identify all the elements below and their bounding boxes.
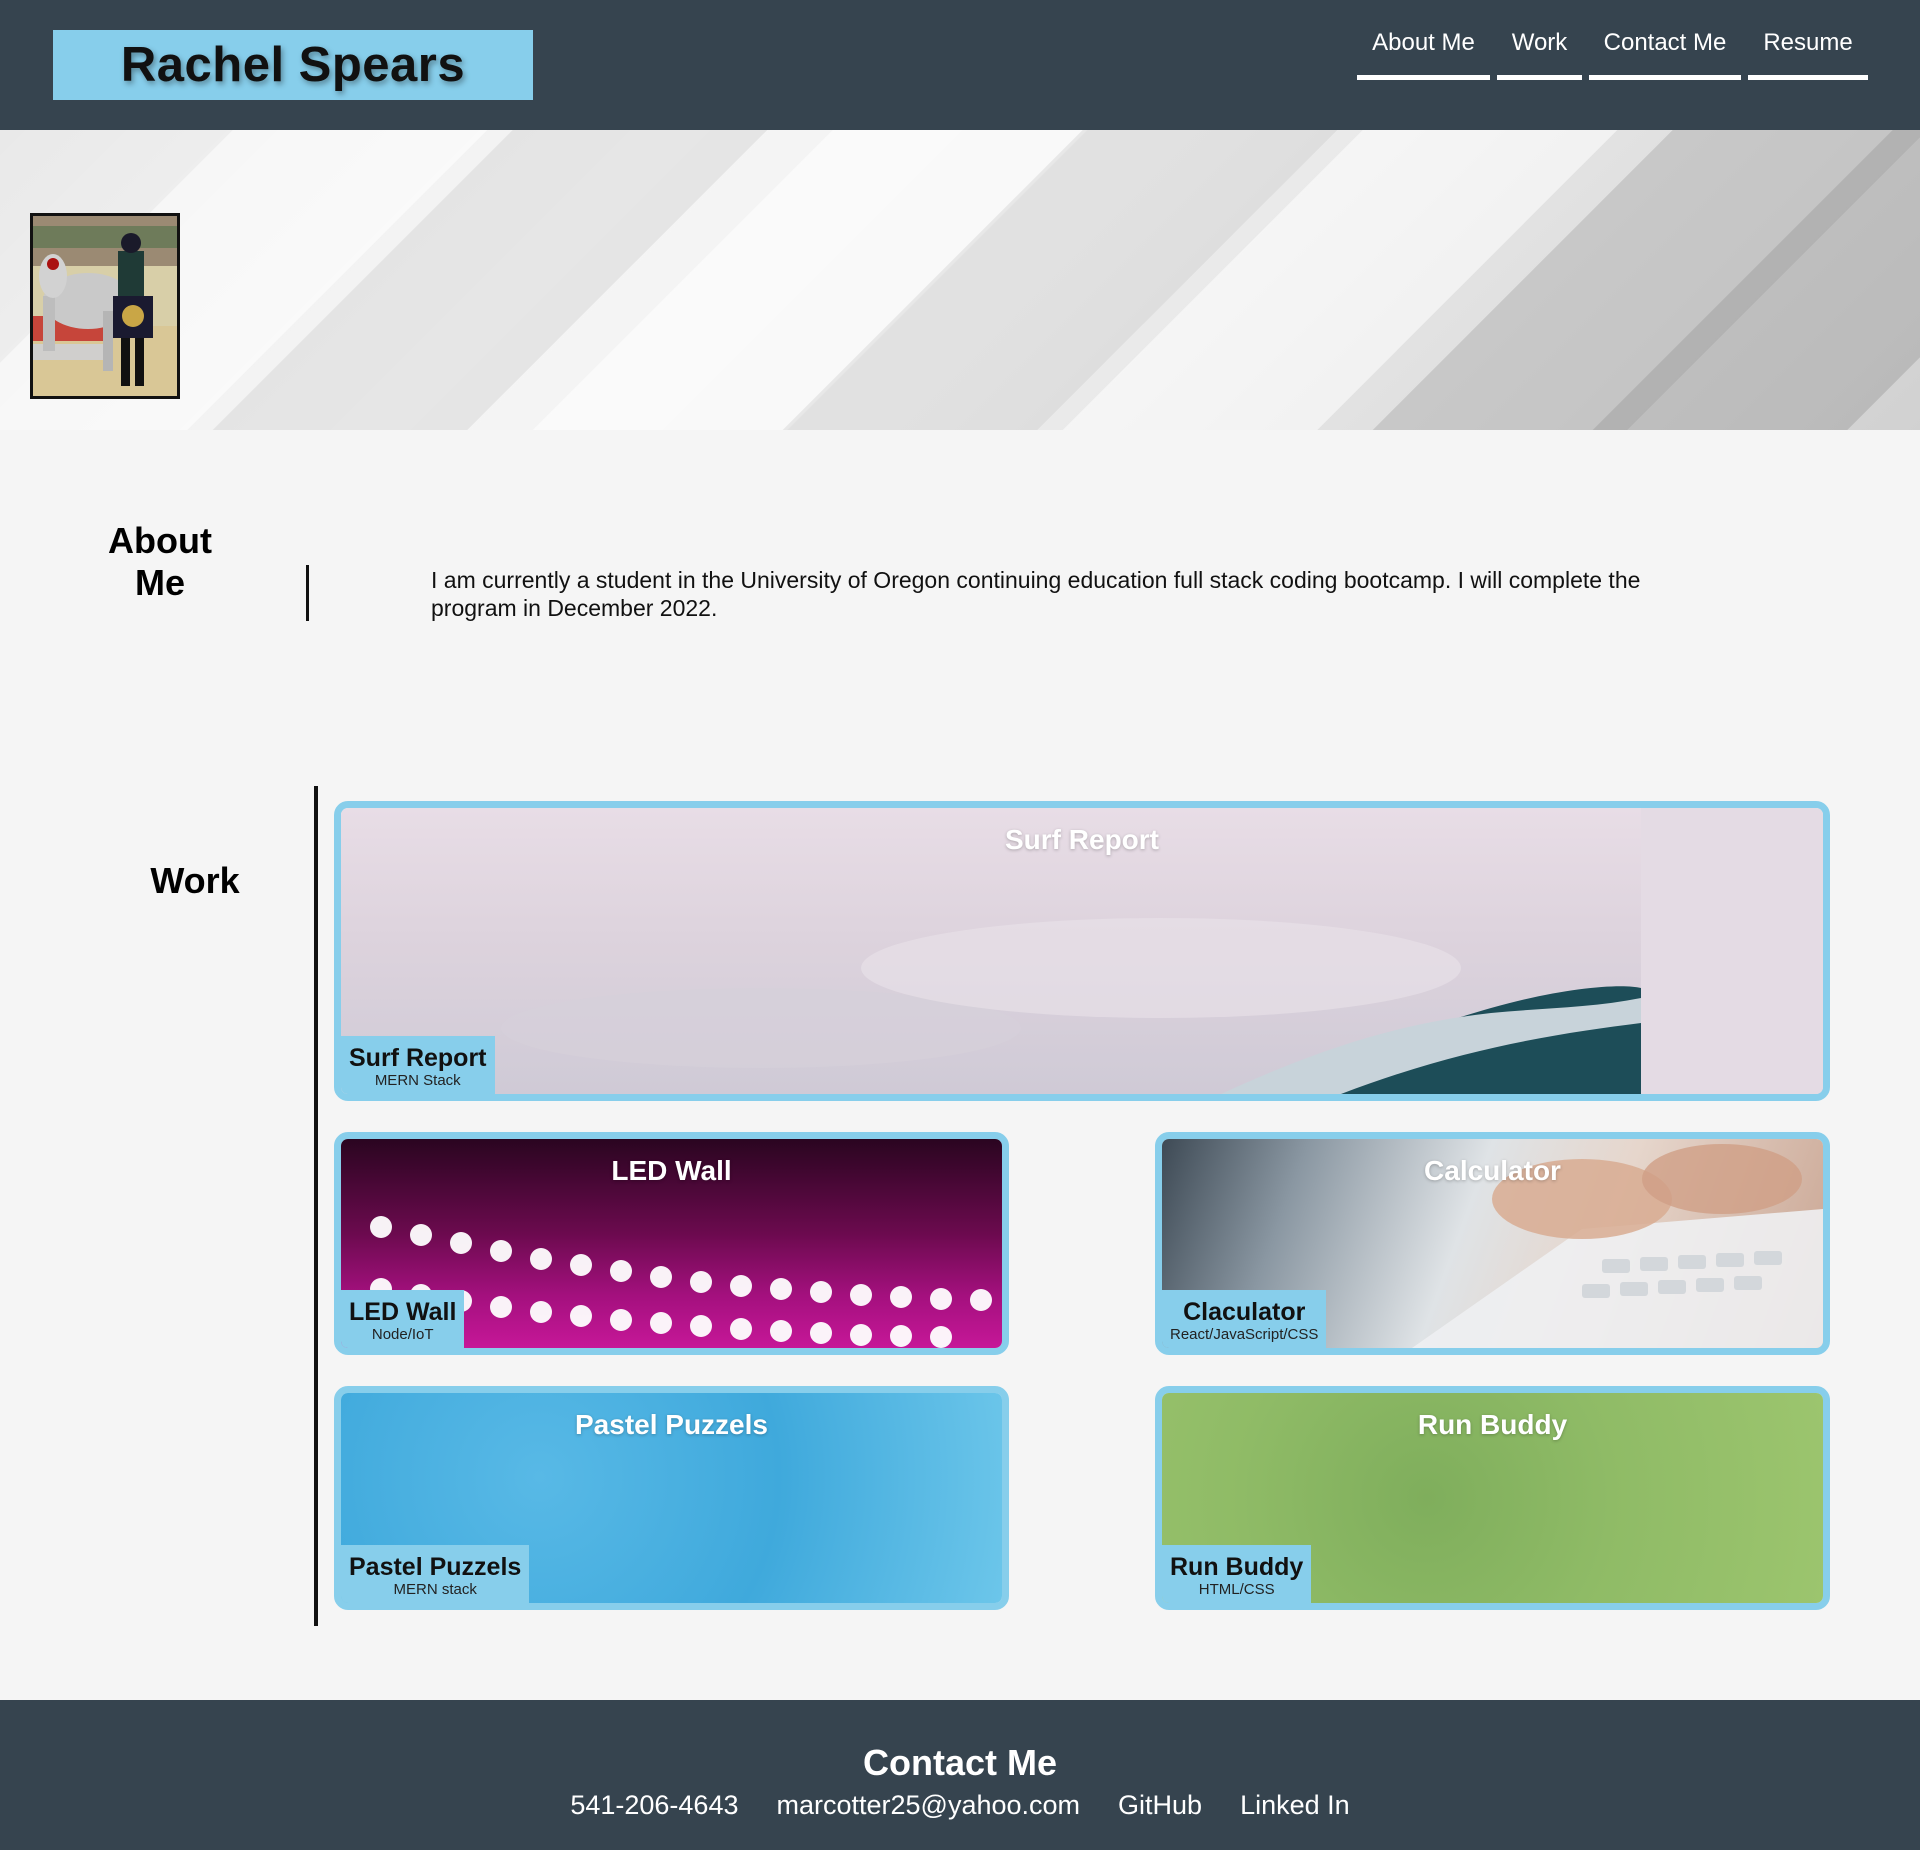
main-nav: About Me Work Contact Me Resume [0,28,1920,88]
site-header: Rachel Spears About Me Work Contact Me R… [0,0,1920,130]
nav-contact-me[interactable]: Contact Me [1589,28,1741,80]
pastel-puzzels-label-name: Pastel Puzzels [349,1553,522,1581]
hero-banner-image [0,130,1920,430]
about-text: I am currently a student in the Universi… [431,567,1641,621]
surf-report-title: Surf Report [1005,824,1159,855]
calculator-title: Calculator [1424,1155,1561,1186]
calculator-label-stack: React/JavaScript/CSS [1170,1326,1319,1343]
pastel-puzzels-title: Pastel Puzzels [575,1409,768,1440]
footer-phone-link[interactable]: 541-206-4643 [570,1790,738,1821]
footer-linkedin-link[interactable]: Linked In [1240,1790,1350,1821]
project-card-calculator[interactable]: Calculator Claculator React/JavaScript/C… [1155,1132,1830,1355]
calculator-label[interactable]: Claculator React/JavaScript/CSS [1162,1290,1327,1348]
footer-github-link[interactable]: GitHub [1118,1790,1202,1821]
run-buddy-title: Run Buddy [1417,1409,1568,1440]
profile-photo-image [30,213,180,399]
led-wall-label-name: LED Wall [349,1298,457,1326]
run-buddy-label-name: Run Buddy [1170,1553,1304,1581]
about-divider [306,565,309,621]
surf-report-label[interactable]: Surf Report MERN Stack [341,1036,495,1094]
footer-title: Contact Me [862,1742,1057,1783]
about-heading: About Me [108,520,212,603]
site-footer: Contact Me 541-206-4643 marcotter25@yaho… [0,1700,1920,1850]
nav-about-me[interactable]: About Me [1357,28,1490,80]
project-card-run-buddy[interactable]: Run Buddy Run Buddy HTML/CSS [1155,1386,1830,1610]
pastel-puzzels-label[interactable]: Pastel Puzzels MERN stack [341,1545,530,1603]
run-buddy-label-stack: HTML/CSS [1198,1581,1275,1598]
footer-contact-links: 541-206-4643 marcotter25@yahoo.com GitHu… [0,1790,1920,1821]
surf-report-label-name: Surf Report [349,1044,487,1072]
run-buddy-label[interactable]: Run Buddy HTML/CSS [1162,1545,1312,1603]
work-heading: Work [150,860,240,901]
led-wall-label[interactable]: LED Wall Node/IoT [341,1290,465,1348]
led-wall-title: LED Wall [611,1155,732,1186]
led-wall-label-stack: Node/IoT [371,1326,434,1343]
work-divider [314,786,318,1626]
calculator-label-name: Claculator [1183,1298,1306,1326]
surf-report-label-stack: MERN Stack [374,1072,461,1089]
pastel-puzzels-label-stack: MERN stack [393,1581,477,1598]
footer-email-link[interactable]: marcotter25@yahoo.com [776,1790,1080,1821]
project-card-pastel-puzzels[interactable]: Pastel Puzzels Pastel Puzzels MERN stack [334,1386,1009,1610]
project-card-surf-report[interactable]: Surf Report Surf Report MERN Stack [334,801,1830,1101]
nav-work[interactable]: Work [1497,28,1582,80]
project-card-led-wall[interactable]: LED Wall LED Wall Node/IoT [334,1132,1009,1355]
nav-resume[interactable]: Resume [1748,28,1868,80]
horse-rider-photo-icon [33,216,177,396]
